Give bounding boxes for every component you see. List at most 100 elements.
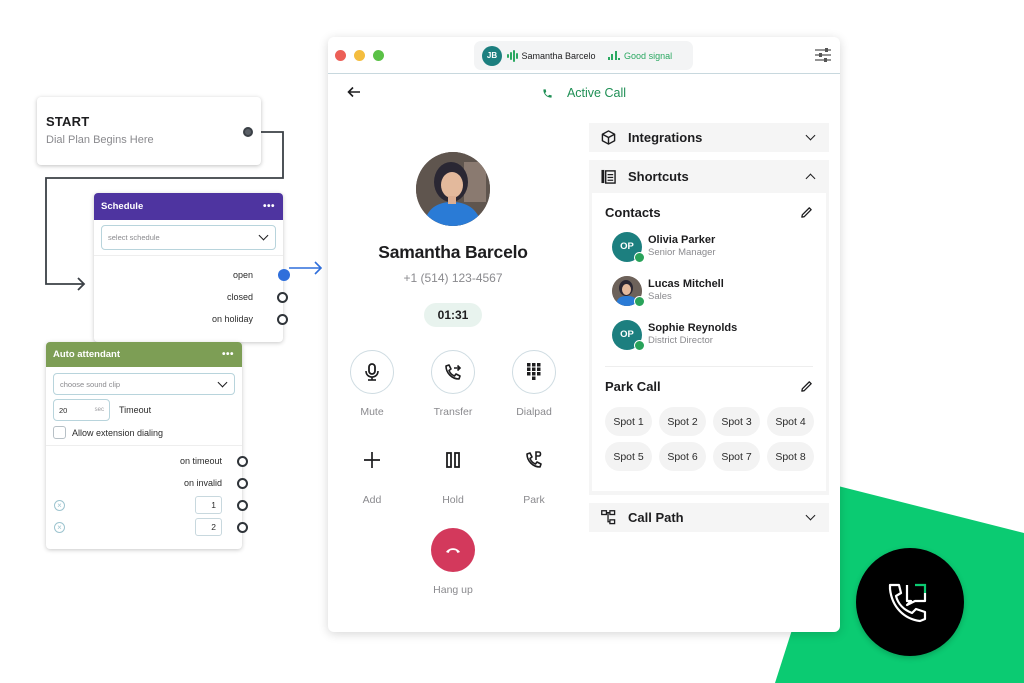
hang-up-phone-icon	[446, 548, 460, 553]
hold-button[interactable]	[431, 438, 475, 482]
contact-role: District Director	[648, 335, 713, 346]
dialpad-label: Dialpad	[516, 406, 552, 418]
sound-clip-select[interactable]: choose sound clip	[53, 373, 235, 395]
phone-chat-logo-icon	[888, 583, 927, 623]
pause-icon	[446, 452, 460, 468]
park-spot-button[interactable]: Spot 8	[767, 442, 814, 471]
status-caller-name: Samantha Barcelo	[521, 50, 596, 61]
park-spot-button[interactable]: Spot 2	[659, 407, 706, 436]
presence-online-indicator	[634, 251, 645, 263]
transfer-label: Transfer	[433, 406, 473, 418]
edit-pencil-icon[interactable]	[800, 206, 813, 219]
schedule-output-on-holiday: on holiday	[94, 308, 288, 330]
park-spot-button[interactable]: Spot 4	[767, 407, 814, 436]
integrations-label: Integrations	[628, 130, 703, 145]
timeout-unit: sec	[94, 407, 104, 413]
maximize-window-button[interactable]	[373, 49, 384, 61]
call-path-accordion[interactable]: Call Path	[589, 503, 829, 532]
remove-icon[interactable]: ×	[54, 521, 65, 533]
timeout-value: 20	[59, 405, 68, 415]
output-label: open	[232, 270, 253, 280]
contact-item[interactable]: OP Sophie Reynolds District Director	[612, 317, 813, 352]
mute-button[interactable]	[350, 350, 394, 394]
back-arrow-icon[interactable]	[347, 85, 361, 99]
contact-avatar: OP	[612, 231, 645, 263]
add-action: Add	[332, 438, 413, 506]
auto-attendant-node[interactable]: Auto attendant ••• choose sound clip 20 …	[46, 342, 248, 549]
caller-avatar-photo	[416, 152, 490, 226]
connected-port[interactable]	[278, 269, 290, 281]
add-button[interactable]	[350, 438, 394, 482]
output-port[interactable]	[237, 477, 248, 489]
close-window-button[interactable]	[335, 49, 346, 61]
contact-role: Sales	[648, 291, 672, 302]
transfer-button[interactable]	[431, 350, 475, 394]
start-output-port[interactable]	[243, 127, 253, 137]
shortcuts-accordion-header[interactable]: Shortcuts	[592, 160, 826, 193]
caller-phone-number: +1 (514) 123-4567	[403, 271, 503, 285]
remove-icon[interactable]: ×	[54, 499, 65, 511]
signal-strength-icon	[607, 51, 621, 60]
presence-online-indicator	[634, 339, 645, 351]
add-label: Add	[362, 494, 382, 506]
contact-item[interactable]: OP Olivia Parker Senior Manager	[612, 229, 813, 264]
window-controls	[335, 49, 384, 61]
output-label: closed	[226, 292, 253, 302]
shortcuts-label: Shortcuts	[628, 169, 689, 184]
output-label: on holiday	[211, 314, 253, 324]
mute-label: Mute	[360, 406, 384, 418]
call-actions: Mute Transfer Dialpad Add Hold Park Hang…	[328, 350, 578, 596]
output-port[interactable]	[237, 499, 248, 511]
schedule-output-open: open	[94, 264, 290, 286]
call-status-pill[interactable]: JB Samantha Barcelo Good signal	[474, 41, 693, 70]
schedule-select[interactable]: select schedule	[101, 225, 276, 250]
park-spots: Spot 1 Spot 2 Spot 3 Spot 4 Spot 5 Spot …	[605, 407, 814, 471]
output-port[interactable]	[237, 521, 248, 533]
start-node-subtitle: Dial Plan Begins Here	[46, 134, 154, 146]
schedule-node-header: Schedule •••	[94, 193, 283, 220]
chevron-down-icon	[217, 377, 228, 387]
more-options-icon[interactable]: •••	[222, 349, 234, 360]
park-spot-button[interactable]: Spot 3	[713, 407, 760, 436]
park-call-header: Park Call	[605, 379, 813, 394]
dialpad-icon	[527, 363, 541, 380]
allow-extension-label: Allow extension dialing	[72, 427, 164, 438]
start-node[interactable]: START Dial Plan Begins Here	[37, 97, 261, 165]
call-header: Active Call	[328, 74, 840, 112]
call-path-tree-icon	[601, 510, 616, 525]
divider	[605, 366, 813, 367]
cube-icon	[601, 130, 616, 145]
active-call-title: Active Call	[542, 86, 626, 100]
integrations-accordion[interactable]: Integrations	[589, 123, 829, 152]
dialpad-button[interactable]	[512, 350, 556, 394]
schedule-node[interactable]: Schedule ••• select schedule open closed…	[94, 193, 290, 342]
digit-input[interactable]: 2	[195, 518, 222, 536]
contact-item[interactable]: Lucas Mitchell Sales	[612, 273, 813, 308]
hang-up-button[interactable]	[431, 528, 475, 572]
shortcuts-body: Contacts OP Olivia Parker Senior Manager	[592, 193, 826, 491]
contact-name: Olivia Parker	[648, 234, 716, 246]
edit-pencil-icon[interactable]	[800, 380, 813, 393]
allow-extension-checkbox[interactable]	[53, 426, 66, 439]
park-spot-button[interactable]: Spot 6	[659, 442, 706, 471]
settings-sliders-icon[interactable]	[815, 48, 831, 62]
park-spot-button[interactable]: Spot 1	[605, 407, 652, 436]
park-spot-button[interactable]: Spot 7	[713, 442, 760, 471]
timeout-input[interactable]: 20 sec	[53, 399, 110, 421]
plus-icon	[364, 452, 380, 468]
park-button[interactable]	[512, 438, 556, 482]
start-node-title: START	[46, 114, 90, 129]
hang-up-label: Hang up	[433, 584, 473, 596]
minimize-window-button[interactable]	[354, 49, 365, 61]
digit-input[interactable]: 1	[195, 496, 222, 514]
output-port[interactable]	[277, 313, 288, 325]
call-duration: 01:31	[423, 303, 483, 327]
transfer-icon	[445, 364, 462, 380]
more-options-icon[interactable]: •••	[263, 201, 275, 212]
schedule-select-placeholder: select schedule	[108, 233, 160, 242]
output-port[interactable]	[237, 455, 248, 467]
park-spot-button[interactable]: Spot 5	[605, 442, 652, 471]
contact-name: Sophie Reynolds	[648, 322, 738, 334]
shortcuts-accordion: Shortcuts Contacts OP Olivia Parker Seni…	[589, 160, 829, 495]
output-port[interactable]	[277, 291, 288, 303]
